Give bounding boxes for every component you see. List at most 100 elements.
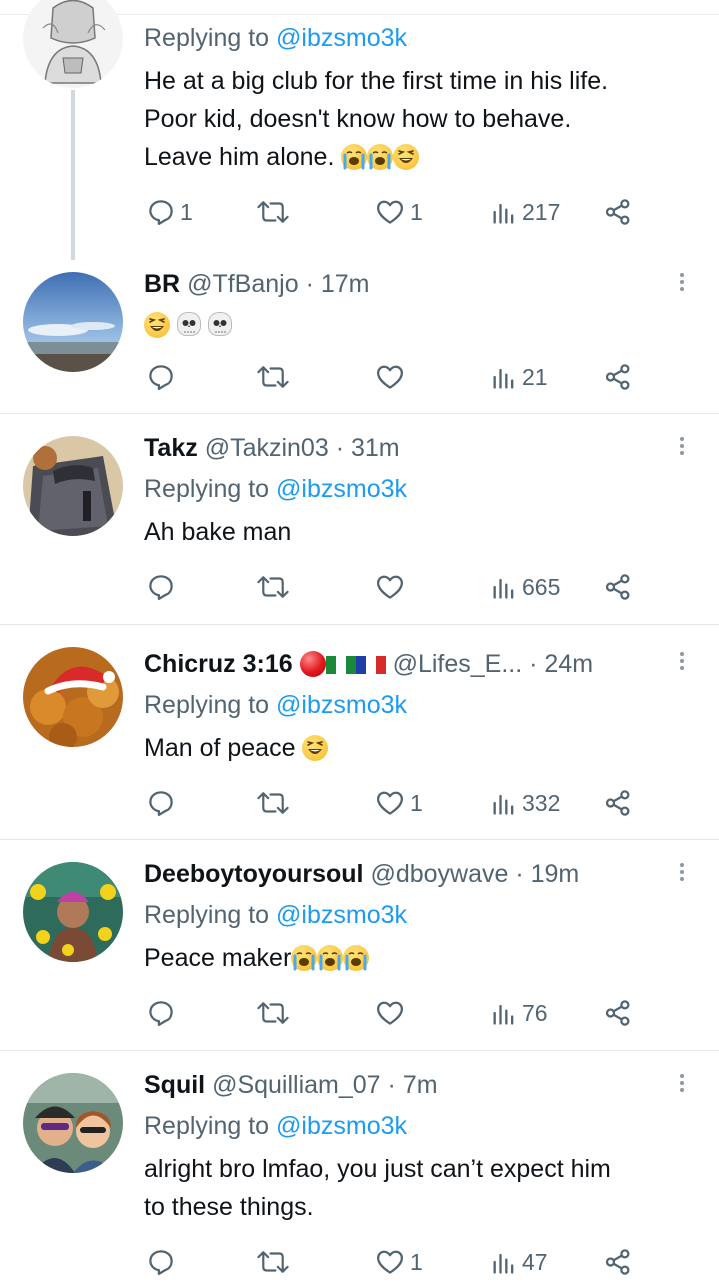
action-bar: 1 332	[144, 786, 644, 820]
like-icon	[377, 365, 403, 389]
share-icon	[605, 574, 630, 600]
handle[interactable]: @Takzin03	[205, 434, 329, 462]
mention-link[interactable]: @ibzsmo3k	[276, 1112, 407, 1140]
avatar[interactable]	[23, 272, 123, 372]
reply-button[interactable]	[146, 570, 180, 604]
like-icon	[377, 200, 403, 224]
timestamp[interactable]: 24m	[544, 650, 593, 678]
more-options-button[interactable]	[677, 860, 687, 888]
display-name[interactable]: Takz	[144, 434, 198, 462]
reply-button[interactable]: 1	[146, 195, 193, 229]
retweet-button[interactable]	[256, 360, 294, 394]
display-name[interactable]: Deeboytoyoursoul	[144, 860, 363, 888]
views-button[interactable]: 332	[490, 786, 560, 820]
action-bar: 665	[144, 570, 644, 604]
retweet-button[interactable]	[256, 996, 294, 1030]
tweet-text: Peace maker	[144, 939, 370, 977]
mention-link[interactable]: @ibzsmo3k	[276, 24, 407, 52]
display-name[interactable]: Squil	[144, 1071, 205, 1099]
views-button[interactable]: 665	[490, 570, 560, 604]
reply-icon	[149, 200, 173, 225]
more-options-button[interactable]	[677, 1071, 687, 1099]
avatar[interactable]	[23, 862, 123, 962]
tweet[interactable]: Squil @Squilliam_07 · 7m Replying to @ib…	[0, 1051, 719, 1284]
avatar[interactable]	[23, 1073, 123, 1173]
tweet-header: BR @TfBanjo · 17m	[144, 269, 369, 299]
timestamp[interactable]: 7m	[403, 1071, 438, 1099]
separator: ·	[335, 434, 345, 462]
reply-icon	[149, 1250, 173, 1275]
views-button[interactable]: 76	[490, 996, 548, 1030]
like-icon	[377, 575, 403, 599]
retweet-button[interactable]	[256, 1245, 294, 1279]
tweet-text-line: Peace maker	[144, 944, 292, 972]
views-icon	[493, 794, 514, 815]
handle[interactable]: @Lifes_E...	[393, 650, 523, 678]
action-bar: 1 1 217	[144, 195, 644, 229]
timestamp[interactable]: 17m	[321, 270, 370, 298]
tweet-text: He at a big club for the first time in h…	[144, 62, 608, 176]
more-options-button[interactable]	[677, 649, 687, 677]
share-icon	[605, 1000, 630, 1026]
like-button[interactable]	[374, 570, 410, 604]
timestamp[interactable]: 19m	[531, 860, 580, 888]
thread-line	[71, 90, 75, 260]
views-count: 47	[522, 1248, 548, 1275]
avatar[interactable]	[23, 0, 123, 88]
replying-label: Replying to	[144, 475, 270, 503]
tweet-text-line: Poor kid, doesn't know how to behave.	[144, 105, 572, 133]
share-button[interactable]	[602, 360, 634, 394]
mention-link[interactable]: @ibzsmo3k	[276, 475, 407, 503]
like-icon	[377, 1001, 403, 1025]
views-button[interactable]: 47	[490, 1245, 548, 1279]
retweet-icon	[257, 792, 289, 814]
reply-button[interactable]	[146, 996, 180, 1030]
tweet-text-line: alright bro lmfao, you just can’t expect…	[144, 1155, 611, 1183]
separator: ·	[529, 650, 538, 678]
grinning-squinting-face-icon	[302, 735, 329, 761]
share-button[interactable]	[602, 996, 634, 1030]
reply-button[interactable]	[146, 786, 180, 820]
mention-link[interactable]: @ibzsmo3k	[276, 901, 407, 929]
retweet-button[interactable]	[256, 195, 294, 229]
share-button[interactable]	[602, 786, 634, 820]
share-button[interactable]	[602, 195, 634, 229]
retweet-icon	[257, 201, 289, 223]
action-bar: 21	[144, 360, 644, 394]
retweet-button[interactable]	[256, 786, 294, 820]
like-button[interactable]	[374, 360, 410, 394]
retweet-button[interactable]	[256, 570, 294, 604]
tweet[interactable]: Takz @Takzin03 · 31m Replying to @ibzsmo…	[0, 414, 719, 625]
reply-button[interactable]	[146, 360, 180, 394]
display-name[interactable]: BR	[144, 270, 180, 298]
tweet[interactable]: BR @TfBanjo · 17m 21	[0, 250, 719, 414]
mention-link[interactable]: @ibzsmo3k	[276, 691, 407, 719]
more-options-button[interactable]	[677, 434, 687, 462]
tweet-header: Squil @Squilliam_07 · 7m	[144, 1070, 438, 1100]
like-button[interactable]	[374, 996, 410, 1030]
loudly-crying-face-icon	[343, 945, 370, 971]
avatar[interactable]	[23, 436, 123, 536]
more-options-button[interactable]	[677, 270, 687, 298]
tweet[interactable]: Chicruz 3:16 @Lifes_E... · 24m Replying …	[0, 625, 719, 840]
avatar[interactable]	[23, 647, 123, 747]
views-button[interactable]: 217	[490, 195, 560, 229]
like-button[interactable]: 1	[374, 1245, 423, 1279]
like-button[interactable]: 1	[374, 786, 423, 820]
share-button[interactable]	[602, 1245, 634, 1279]
flag-france-icon	[355, 656, 386, 674]
views-button[interactable]: 21	[490, 360, 548, 394]
action-bar: 76	[144, 996, 644, 1030]
timestamp[interactable]: 31m	[351, 434, 400, 462]
like-button[interactable]: 1	[374, 195, 423, 229]
handle[interactable]: @TfBanjo	[187, 270, 299, 298]
reply-button[interactable]	[146, 1245, 180, 1279]
handle[interactable]: @dboywave	[370, 860, 508, 888]
display-name[interactable]: Chicruz 3:16	[144, 650, 293, 678]
tweet[interactable]: Deeboytoyoursoul @dboywave · 19m Replyin…	[0, 840, 719, 1051]
separator: ·	[387, 1071, 396, 1099]
share-button[interactable]	[602, 570, 634, 604]
tweet[interactable]: Replying to @ibzsmo3k He at a big club f…	[0, 0, 719, 260]
tweet-header: Deeboytoyoursoul @dboywave · 19m	[144, 859, 579, 889]
handle[interactable]: @Squilliam_07	[212, 1071, 381, 1099]
